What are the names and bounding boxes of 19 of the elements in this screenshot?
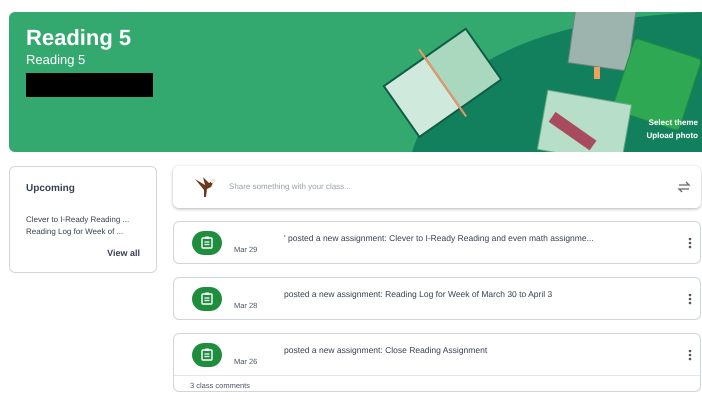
post-title[interactable]: posted a new assignment: Close Reading Assignment bbox=[284, 344, 688, 357]
upcoming-item[interactable]: Reading Log for Week of ... bbox=[26, 226, 140, 238]
share-placeholder: Share something with your class... bbox=[229, 181, 352, 193]
class-subtitle: Reading 5 bbox=[26, 52, 86, 68]
upcoming-item[interactable]: Clever to I-Ready Reading ... bbox=[26, 214, 140, 226]
assignment-icon bbox=[192, 342, 222, 366]
more-options-icon[interactable] bbox=[688, 292, 692, 304]
banner-link[interactable]: Select theme bbox=[648, 116, 698, 129]
assignment-icon bbox=[192, 286, 222, 310]
post-title[interactable]: posted a new assignment: Reading Log for Week of March 30 to April 3 bbox=[284, 288, 688, 301]
repost-icon[interactable] bbox=[677, 180, 691, 194]
more-options-icon[interactable] bbox=[688, 236, 692, 248]
more-options-icon[interactable] bbox=[688, 348, 692, 360]
view-all-link[interactable]: View all bbox=[107, 247, 140, 260]
upcoming-title: Upcoming bbox=[26, 182, 76, 196]
class-title: Reading 5 bbox=[26, 24, 132, 52]
post-title[interactable]: ' posted a new assignment: Clever to I-Ready Reading and even math assignme... bbox=[284, 232, 688, 245]
banner-link[interactable]: Upload photo bbox=[646, 129, 698, 142]
assignment-icon bbox=[192, 230, 222, 254]
